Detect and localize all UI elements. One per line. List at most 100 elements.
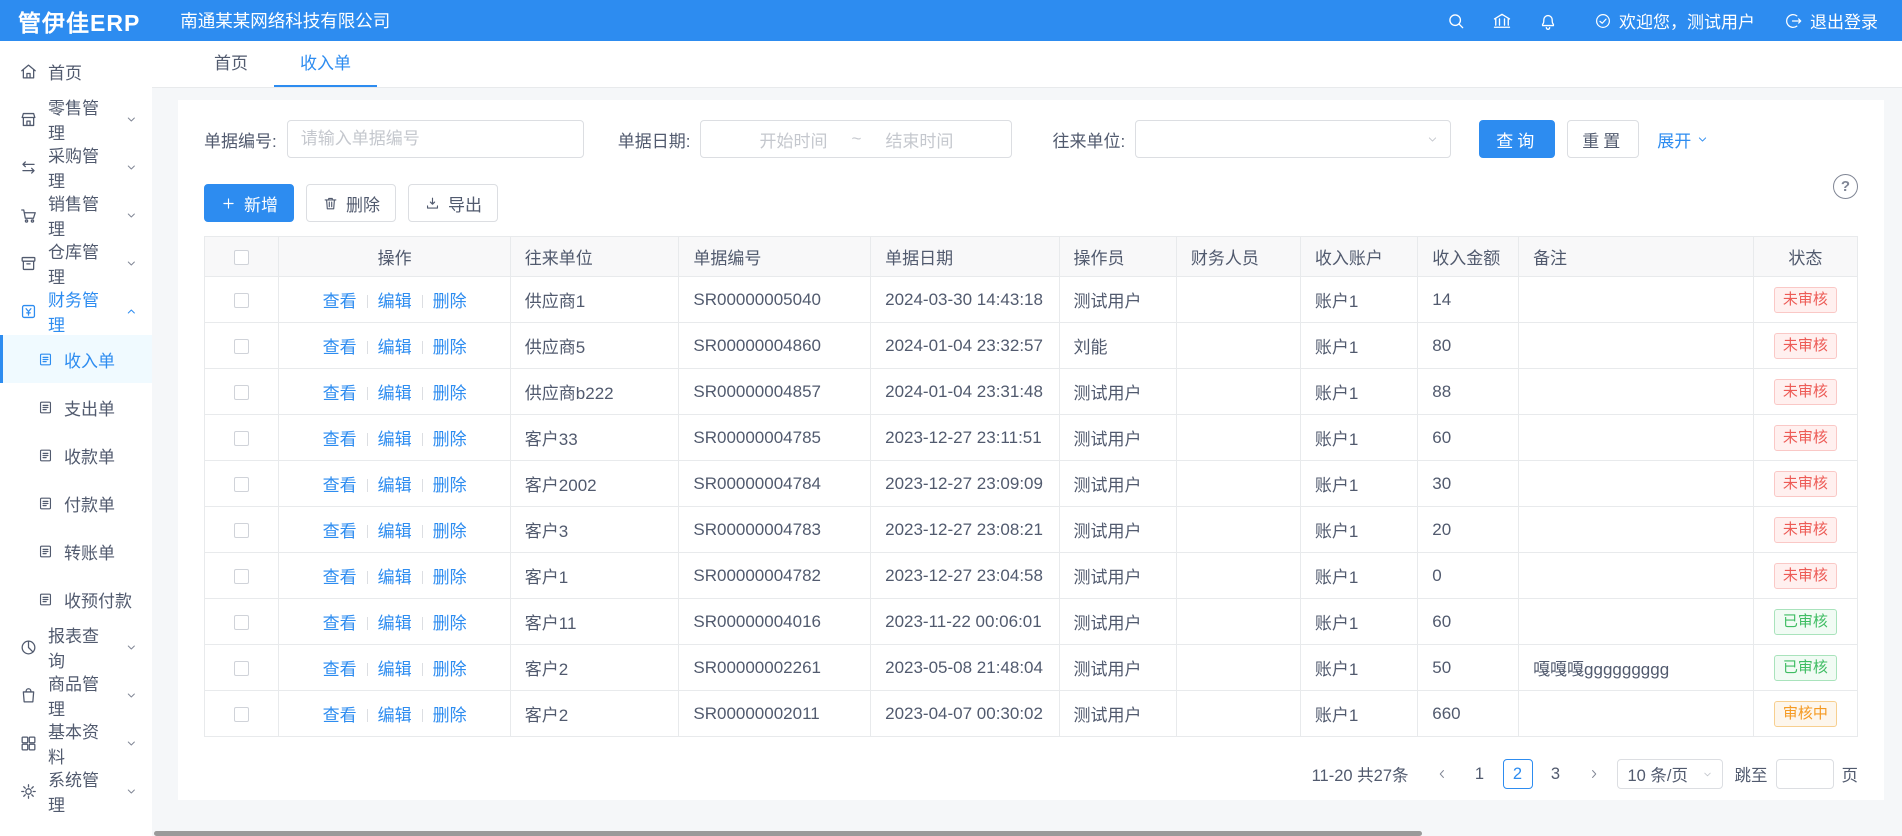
edit-link[interactable]: 编辑 — [378, 568, 412, 587]
sidebar-item-label: 收预付款 — [64, 587, 132, 612]
sidebar-item-purchase[interactable]: 采购管理 — [0, 143, 152, 191]
bell-icon[interactable] — [1538, 11, 1558, 31]
delete-link[interactable]: 删除 — [433, 476, 467, 495]
edit-link[interactable]: 编辑 — [378, 430, 412, 449]
delete-link[interactable]: 删除 — [433, 522, 467, 541]
horizontal-scrollbar-thumb[interactable] — [154, 831, 1422, 836]
sidebar-item-collection[interactable]: 收款单 — [0, 431, 152, 479]
view-link[interactable]: 查看 — [323, 338, 357, 357]
row-checkbox[interactable] — [234, 707, 249, 722]
tab-income-receipt[interactable]: 收入单 — [274, 41, 377, 87]
search-button[interactable]: 查询 — [1479, 120, 1555, 158]
sidebar-item-payment[interactable]: 付款单 — [0, 479, 152, 527]
bank-icon[interactable] — [1492, 11, 1512, 31]
page-button-1[interactable]: 1 — [1465, 759, 1495, 789]
cell-number: SR00000004016 — [679, 599, 871, 645]
number-filter-input[interactable] — [287, 120, 584, 158]
sidebar-item-prepayment[interactable]: 收预付款 — [0, 575, 152, 623]
cell-customer: 客户2002 — [510, 461, 679, 507]
sidebar-item-system[interactable]: 系统管理 — [0, 767, 152, 815]
row-checkbox[interactable] — [234, 569, 249, 584]
row-checkbox[interactable] — [234, 385, 249, 400]
delete-button[interactable]: 删除 — [306, 184, 396, 222]
sidebar-item-goods[interactable]: 商品管理 — [0, 671, 152, 719]
edit-link[interactable]: 编辑 — [378, 384, 412, 403]
finance-icon — [19, 302, 38, 321]
row-checkbox[interactable] — [234, 523, 249, 538]
page-button-3[interactable]: 3 — [1541, 759, 1571, 789]
jump-page-input[interactable] — [1776, 759, 1834, 789]
table-header: 操作 往来单位 单据编号 单据日期 操作员 财务人员 收入账户 收入金额 备注 … — [205, 237, 1858, 277]
next-page-button[interactable] — [1579, 759, 1609, 789]
export-button[interactable]: 导出 — [408, 184, 498, 222]
cell-remark: 嘎嘎嘎ggggggggg — [1519, 645, 1754, 691]
delete-link[interactable]: 删除 — [433, 706, 467, 725]
view-link[interactable]: 查看 — [323, 660, 357, 679]
sidebar-item-report[interactable]: 报表查询 — [0, 623, 152, 671]
sidebar-item-transfer[interactable]: 转账单 — [0, 527, 152, 575]
sidebar-item-finance[interactable]: 财务管理 — [0, 287, 152, 335]
logout-button[interactable]: 退出登录 — [1785, 8, 1878, 33]
cell-amount: 20 — [1418, 507, 1519, 553]
delete-link[interactable]: 删除 — [433, 292, 467, 311]
select-all-checkbox[interactable] — [234, 250, 249, 265]
delete-link[interactable]: 删除 — [433, 660, 467, 679]
delete-link[interactable]: 删除 — [433, 338, 467, 357]
row-checkbox[interactable] — [234, 477, 249, 492]
cell-number: SR00000002011 — [679, 691, 871, 737]
page-size-select[interactable]: 10 条/页 — [1617, 759, 1723, 789]
sidebar-item-basic-data[interactable]: 基本资料 — [0, 719, 152, 767]
view-link[interactable]: 查看 — [323, 476, 357, 495]
cell-finance-staff — [1176, 323, 1300, 369]
sidebar-item-income-receipt[interactable]: 收入单 — [0, 335, 152, 383]
customer-select[interactable] — [1135, 120, 1451, 158]
view-link[interactable]: 查看 — [323, 614, 357, 633]
view-link[interactable]: 查看 — [323, 568, 357, 587]
delete-link[interactable]: 删除 — [433, 568, 467, 587]
edit-link[interactable]: 编辑 — [378, 338, 412, 357]
tab-home[interactable]: 首页 — [188, 41, 274, 87]
date-range-input[interactable]: 开始时间 ~ 结束时间 — [700, 120, 1012, 158]
edit-link[interactable]: 编辑 — [378, 292, 412, 311]
cell-number: SR00000004785 — [679, 415, 871, 461]
reset-button[interactable]: 重置 — [1567, 120, 1639, 158]
view-link[interactable]: 查看 — [323, 706, 357, 725]
row-checkbox[interactable] — [234, 661, 249, 676]
row-checkbox[interactable] — [234, 431, 249, 446]
status-badge: 已审核 — [1774, 609, 1837, 635]
cell-date: 2023-12-27 23:08:21 — [871, 507, 1059, 553]
sidebar-item-expense-receipt[interactable]: 支出单 — [0, 383, 152, 431]
date-end-placeholder: 结束时间 — [885, 127, 953, 152]
add-button[interactable]: 新增 — [204, 184, 294, 222]
delete-link[interactable]: 删除 — [433, 614, 467, 633]
delete-link[interactable]: 删除 — [433, 384, 467, 403]
edit-link[interactable]: 编辑 — [378, 614, 412, 633]
header-date: 单据日期 — [871, 237, 1059, 277]
sidebar-item-sales[interactable]: 销售管理 — [0, 191, 152, 239]
row-checkbox[interactable] — [234, 615, 249, 630]
view-link[interactable]: 查看 — [323, 292, 357, 311]
sidebar-item-retail[interactable]: 零售管理 — [0, 95, 152, 143]
edit-link[interactable]: 编辑 — [378, 476, 412, 495]
row-checkbox[interactable] — [234, 339, 249, 354]
document-icon — [37, 543, 54, 560]
cell-customer: 供应商b222 — [510, 369, 679, 415]
expand-link[interactable]: 展开 — [1657, 127, 1710, 152]
view-link[interactable]: 查看 — [323, 384, 357, 403]
search-icon[interactable] — [1446, 11, 1466, 31]
page-button-2-active[interactable]: 2 — [1503, 759, 1533, 789]
delete-link[interactable]: 删除 — [433, 430, 467, 449]
date-filter-label: 单据日期: — [618, 127, 691, 152]
help-button[interactable]: ? — [1833, 174, 1858, 199]
cell-account: 账户1 — [1300, 507, 1417, 553]
row-checkbox[interactable] — [234, 293, 249, 308]
prev-page-button[interactable] — [1427, 759, 1457, 789]
edit-link[interactable]: 编辑 — [378, 660, 412, 679]
view-link[interactable]: 查看 — [323, 430, 357, 449]
edit-link[interactable]: 编辑 — [378, 522, 412, 541]
chevron-down-icon — [124, 688, 139, 703]
sidebar-item-warehouse[interactable]: 仓库管理 — [0, 239, 152, 287]
view-link[interactable]: 查看 — [323, 522, 357, 541]
edit-link[interactable]: 编辑 — [378, 706, 412, 725]
sidebar-item-home[interactable]: 首页 — [0, 47, 152, 95]
